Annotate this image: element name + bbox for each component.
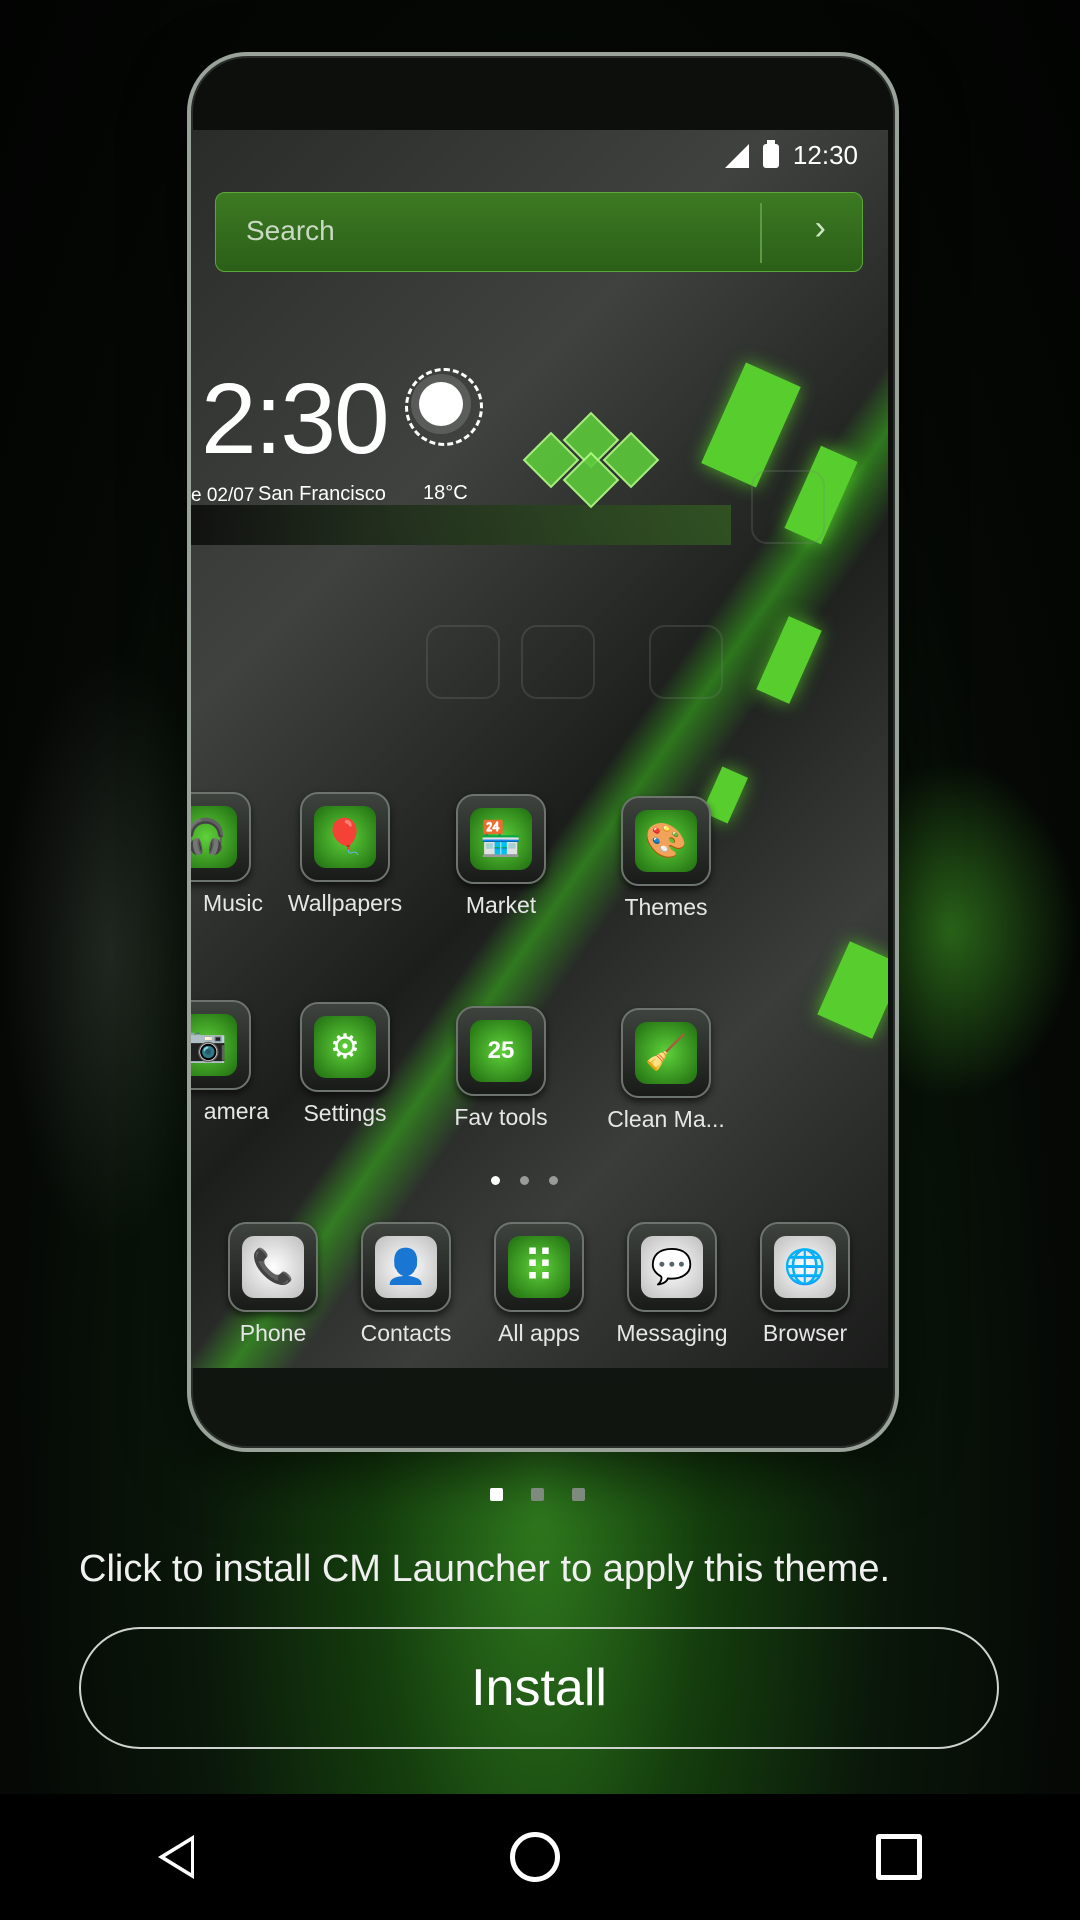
status-time: 12:30	[792, 140, 858, 170]
home-icon[interactable]	[510, 1832, 560, 1882]
message-icon: 💬	[627, 1222, 717, 1312]
dock-contacts[interactable]: 👤 Contacts	[341, 1222, 471, 1347]
recent-apps-icon[interactable]	[876, 1834, 922, 1880]
app-camera[interactable]: 📷 amera	[191, 1000, 271, 1125]
install-button[interactable]: Install	[79, 1627, 999, 1749]
apps-grid-icon: ⠿	[494, 1222, 584, 1312]
store-icon: 🏪	[456, 794, 546, 884]
phone-icon: 📞	[228, 1222, 318, 1312]
app-label: Themes	[624, 894, 708, 920]
headphones-icon: 🎧	[191, 792, 251, 882]
ghost-icon	[521, 625, 595, 699]
pager-dot-active	[490, 1488, 503, 1501]
green-tile	[701, 362, 801, 488]
tools-icon: 25	[456, 1006, 546, 1096]
app-label: Market	[465, 892, 537, 918]
cubes-icon	[521, 410, 661, 509]
battery-icon	[762, 139, 779, 168]
theme-preview-screen: 12:30 Search › 2:30 e 02/07 San Francisc…	[191, 130, 888, 1368]
chevron-right-icon[interactable]: ›	[815, 209, 826, 248]
palette-icon: 🎨	[621, 796, 711, 886]
preview-page-indicator	[490, 1488, 585, 1501]
green-tile	[756, 616, 822, 704]
back-icon[interactable]	[158, 1835, 194, 1879]
app-market[interactable]: 🏪 Market	[436, 794, 566, 919]
app-clean-master[interactable]: 🧹 Clean Ma...	[601, 1008, 731, 1133]
status-bar: 12:30	[724, 139, 858, 171]
home-page-indicator	[491, 1176, 558, 1185]
pager-dot	[531, 1488, 544, 1501]
signal-icon	[724, 143, 749, 168]
green-tile	[817, 941, 888, 1039]
app-label: Clean Ma...	[607, 1106, 725, 1132]
clock-time: 2:30	[201, 363, 390, 475]
app-label: Browser	[762, 1320, 848, 1346]
ghost-icon	[751, 470, 825, 544]
app-settings[interactable]: ⚙ Settings	[280, 1002, 410, 1127]
clock-city: San Francisco	[258, 483, 386, 505]
pager-dot	[572, 1488, 585, 1501]
app-label: Fav tools	[454, 1104, 548, 1130]
balloon-icon: 🎈	[300, 792, 390, 882]
app-themes[interactable]: 🎨 Themes	[601, 796, 731, 921]
app-label: Settings	[303, 1100, 387, 1126]
dock-messaging[interactable]: 💬 Messaging	[607, 1222, 737, 1347]
weather-temp: 18°C	[423, 482, 468, 504]
gear-icon: ⚙	[300, 1002, 390, 1092]
search-divider	[760, 203, 762, 263]
app-label: amera	[203, 1098, 269, 1124]
app-label: Messaging	[616, 1320, 728, 1346]
camera-icon: 📷	[191, 1000, 251, 1090]
dock-phone[interactable]: 📞 Phone	[208, 1222, 338, 1347]
app-label: Wallpapers	[287, 890, 403, 916]
ghost-icon	[649, 625, 723, 699]
app-label: Phone	[239, 1320, 307, 1346]
broom-icon: 🧹	[621, 1008, 711, 1098]
search-bar[interactable]: Search ›	[215, 192, 863, 272]
contact-icon: 👤	[361, 1222, 451, 1312]
app-label: All apps	[498, 1320, 580, 1346]
clock-date: e 02/07	[191, 485, 255, 506]
ghost-icon	[426, 625, 500, 699]
app-label: Music	[202, 890, 263, 916]
app-fav-tools[interactable]: 25 Fav tools	[436, 1006, 566, 1131]
dock-browser[interactable]: 🌐 Browser	[740, 1222, 870, 1347]
app-wallpapers[interactable]: 🎈 Wallpapers	[280, 792, 410, 917]
sun-icon	[419, 382, 463, 426]
dock-all-apps[interactable]: ⠿ All apps	[474, 1222, 604, 1347]
search-placeholder: Search	[246, 215, 335, 246]
app-label: Contacts	[360, 1320, 452, 1346]
clock-widget-base	[191, 505, 731, 545]
system-nav-bar	[0, 1794, 1080, 1920]
install-hint-text: Click to install CM Launcher to apply th…	[79, 1548, 891, 1590]
globe-icon: 🌐	[760, 1222, 850, 1312]
app-music[interactable]: 🎧 Music	[191, 792, 271, 917]
